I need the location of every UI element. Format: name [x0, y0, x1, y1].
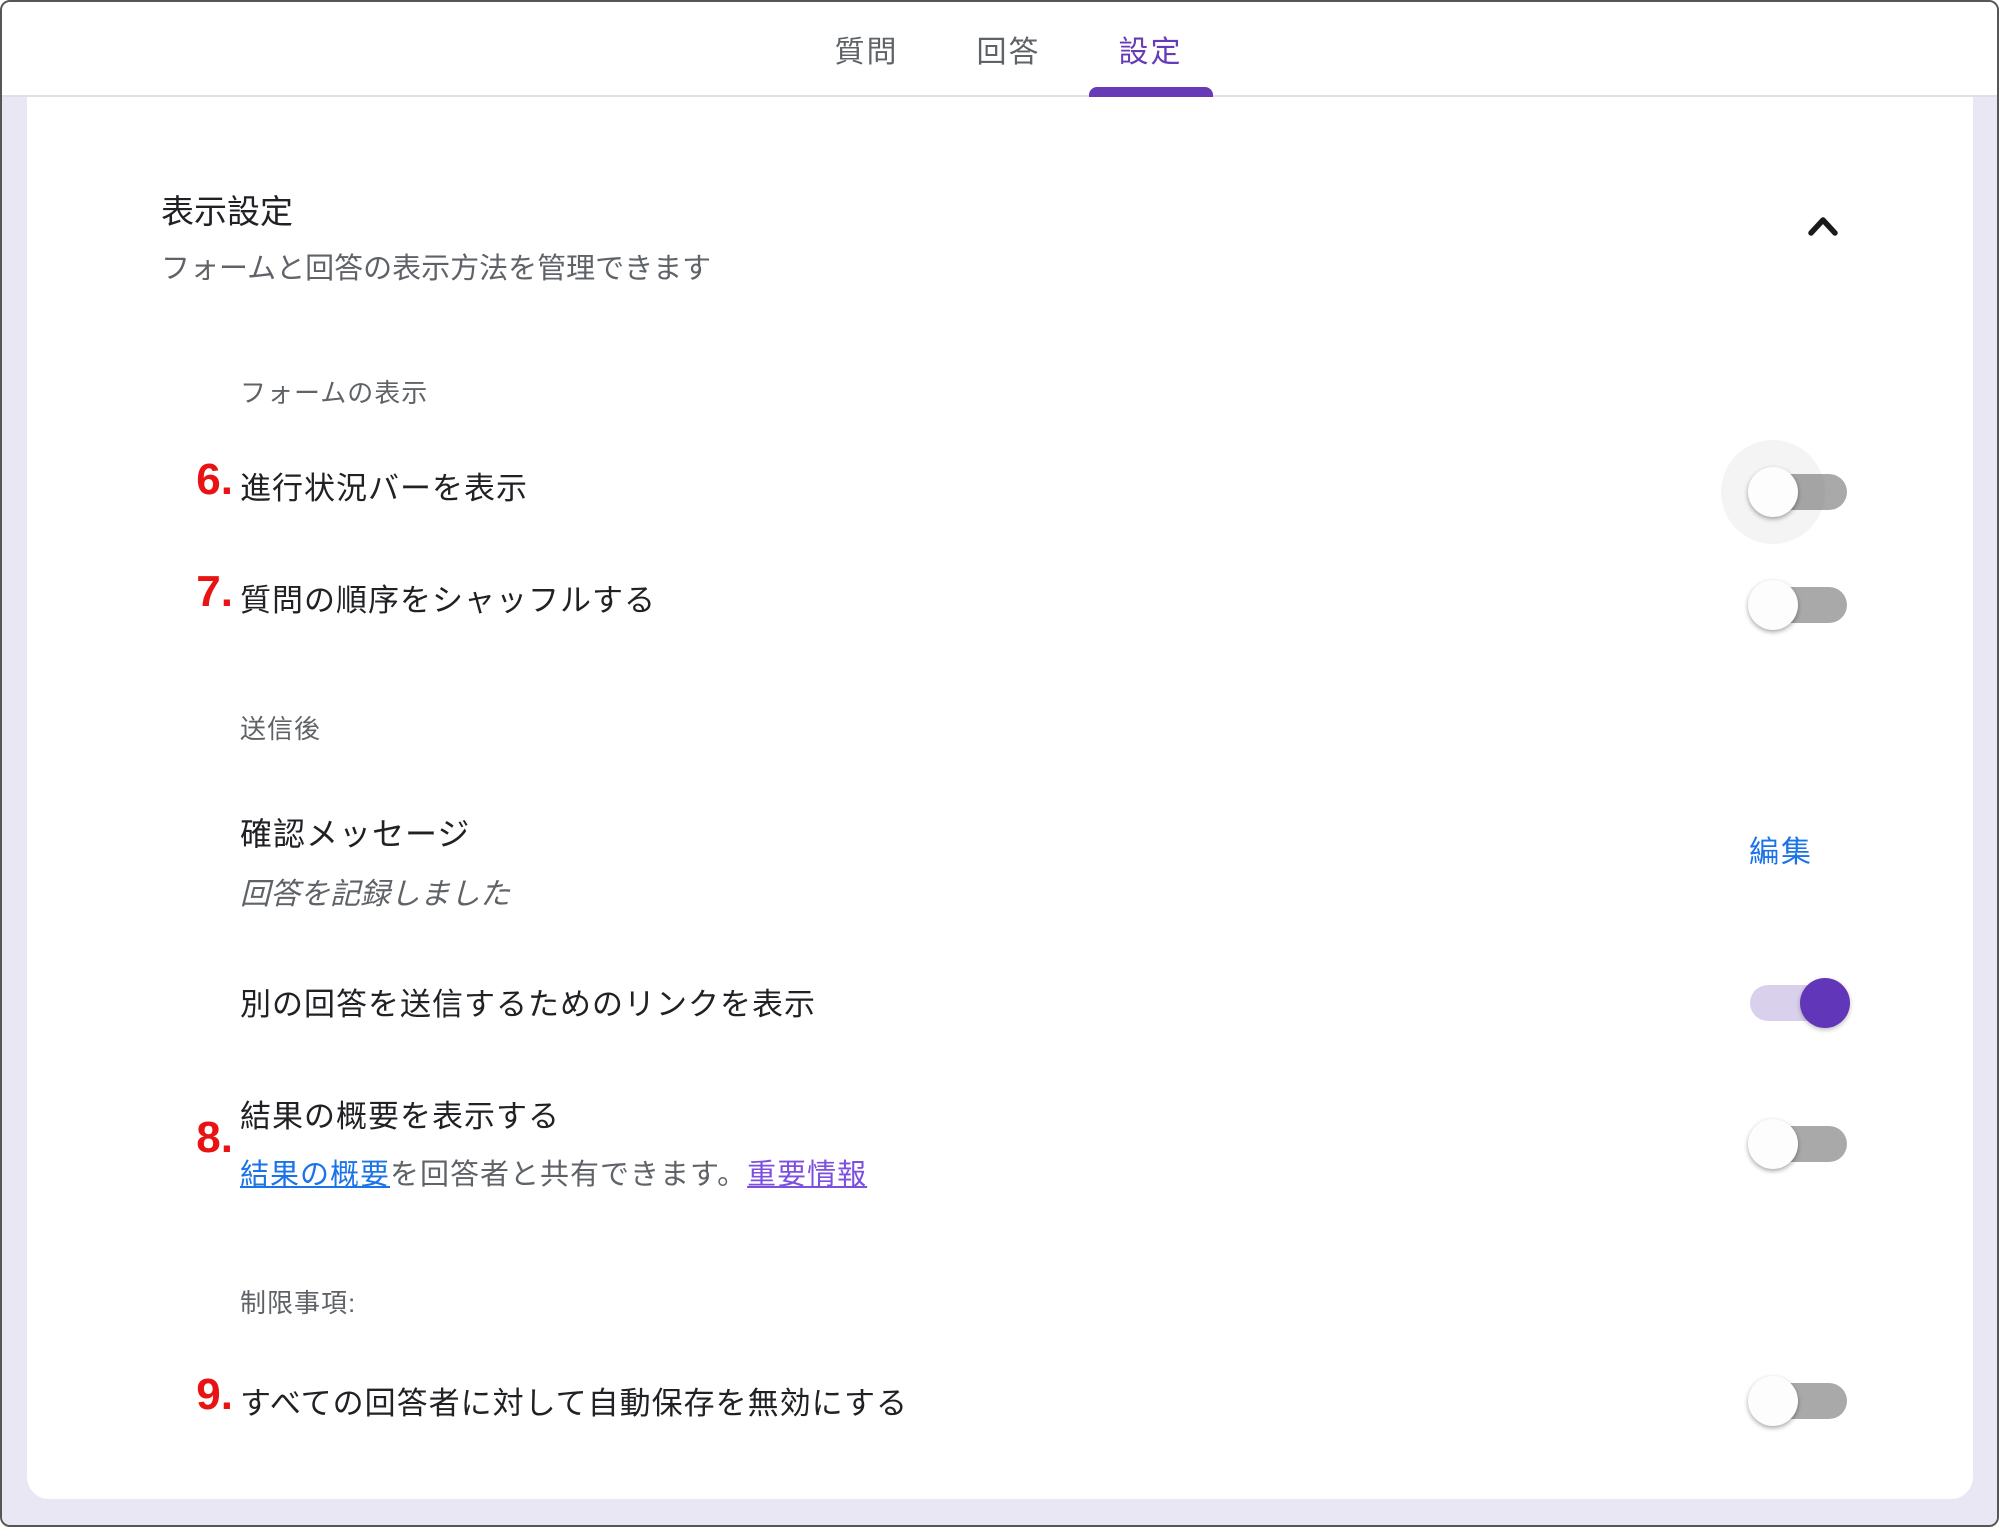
toggle-knob — [1748, 580, 1798, 630]
confirmation-message-value: 回答を記録しました — [240, 869, 510, 913]
annotation-7: 7. — [175, 567, 233, 617]
toggle-knob — [1748, 1119, 1798, 1169]
results-summary-toggle[interactable] — [1750, 1126, 1847, 1162]
disable-autosave-label: すべての回答者に対して自動保存を無効にする — [240, 1378, 908, 1423]
show-resubmit-link-label: 別の回答を送信するためのリンクを表示 — [240, 979, 816, 1024]
progress-bar-label: 進行状況バーを表示 — [240, 463, 528, 508]
tab-responses[interactable]: 回答 — [977, 1, 1041, 96]
form-tabs-bar: 質問 回答 設定 — [2, 2, 1997, 97]
tab-responses-label: 回答 — [977, 27, 1041, 71]
app-window: 質問 回答 設定 表示設定 フォームと回答の表示方法を管理できます フォームの表… — [0, 0, 1999, 1527]
tab-questions-label: 質問 — [835, 27, 899, 71]
confirmation-message-label: 確認メッセージ — [240, 809, 470, 855]
results-summary-link[interactable]: 結果の概要 — [240, 1159, 390, 1191]
important-info-link[interactable]: 重要情報 — [747, 1159, 867, 1191]
collapse-section-button[interactable] — [1795, 201, 1851, 257]
progress-bar-toggle[interactable] — [1750, 474, 1847, 510]
presentation-settings-card: 表示設定 フォームと回答の表示方法を管理できます フォームの表示 6. 進行状況… — [27, 97, 1973, 1499]
shuffle-questions-toggle[interactable] — [1750, 587, 1847, 623]
shuffle-questions-label: 質問の順序をシャッフルする — [240, 575, 656, 620]
disable-autosave-toggle[interactable] — [1750, 1383, 1847, 1419]
toggle-knob — [1800, 978, 1850, 1028]
tab-settings-label: 設定 — [1119, 27, 1183, 71]
panel-title: 表示設定 — [161, 185, 293, 233]
panel-subtitle: フォームと回答の表示方法を管理できます — [161, 245, 711, 287]
tab-questions[interactable]: 質問 — [835, 1, 899, 96]
section-after-submission: 送信後 — [240, 709, 321, 746]
section-restrictions: 制限事項: — [240, 1283, 356, 1320]
results-summary-desc-text: を回答者と共有できます。 — [390, 1159, 747, 1191]
tab-settings[interactable]: 設定 — [1119, 1, 1183, 96]
chevron-up-icon — [1800, 207, 1846, 252]
annotation-9: 9. — [175, 1370, 233, 1420]
annotation-8: 8. — [175, 1113, 233, 1163]
results-summary-label: 結果の概要を表示する — [240, 1091, 560, 1136]
results-summary-description: 結果の概要を回答者と共有できます。重要情報 — [240, 1151, 867, 1193]
annotation-6: 6. — [175, 455, 233, 505]
toggle-knob — [1748, 1376, 1798, 1426]
section-form-presentation: フォームの表示 — [240, 373, 428, 410]
toggle-knob — [1748, 467, 1798, 517]
edit-confirmation-link[interactable]: 編集 — [1749, 827, 1813, 871]
settings-page: 表示設定 フォームと回答の表示方法を管理できます フォームの表示 6. 進行状況… — [2, 97, 1997, 1527]
show-resubmit-link-toggle[interactable] — [1750, 985, 1847, 1021]
